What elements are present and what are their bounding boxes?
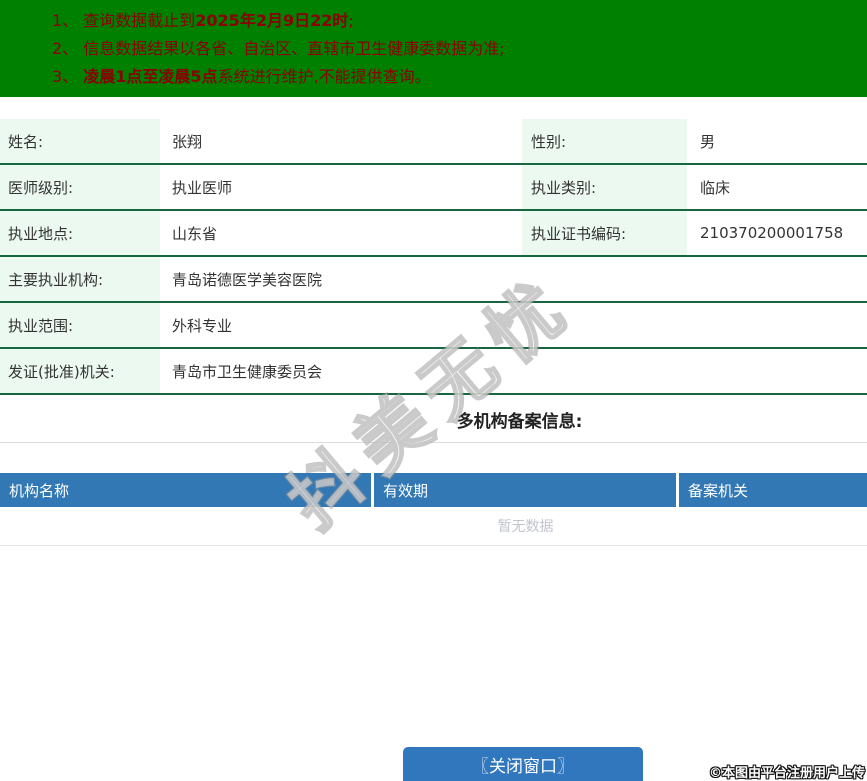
query-result-page: 1、 查询数据截止到2025年2月9日22时; 2、 信息数据结果以各省、自治区… — [0, 0, 867, 781]
table-row: 发证(批准)机关: 青岛市卫生健康委员会 — [0, 349, 867, 395]
field-value-name: 张翔 — [172, 132, 203, 151]
notice-line-3: 3、 凌晨1点至凌晨5点系统进行维护,不能提供查询。 — [52, 63, 867, 91]
close-window-button[interactable]: 〖关闭窗口〗 — [403, 747, 643, 781]
field-label-practice-location: 执业地点: — [0, 211, 160, 255]
field-label-practice-category: 执业类别: — [522, 165, 687, 209]
notice-line-1: 1、 查询数据截止到2025年2月9日22时; — [52, 7, 867, 35]
notice-bold: 2025年2月9日22时 — [195, 11, 349, 30]
field-label-doctor-level: 医师级别: — [0, 165, 160, 209]
section-title-multi-org: 多机构备案信息: — [0, 397, 867, 443]
table-row: 执业地点: 山东省 执业证书编码: 210370200001758 — [0, 211, 867, 257]
copyright-note: ©本图由平台注册用户上传 — [708, 766, 865, 781]
table-row: 主要执业机构: 青岛诺德医学美容医院 — [0, 257, 867, 303]
notice-prefix: 3、 — [52, 67, 84, 86]
col-header-institution-name: 机构名称 — [0, 473, 371, 507]
field-label-gender: 性别: — [522, 119, 687, 163]
field-value-gender: 男 — [700, 132, 716, 151]
multi-org-table-header: 机构名称 有效期 备案机关 — [0, 473, 867, 507]
notice-prefix: 2、 信息数据结果以各省、自治区、直辖市卫生健康委数据为准; — [52, 39, 505, 58]
field-value-practice-location: 山东省 — [172, 224, 218, 243]
field-value-main-institution: 青岛诺德医学美容医院 — [172, 270, 323, 289]
col-header-validity-period: 有效期 — [374, 473, 676, 507]
col-header-filing-authority: 备案机关 — [679, 473, 867, 507]
empty-data-row: 暂无数据 — [0, 507, 867, 546]
table-row: 姓名: 张翔 性别: 男 — [0, 119, 867, 165]
table-row: 执业范围: 外科专业 — [0, 303, 867, 349]
field-label-main-institution: 主要执业机构: — [0, 257, 160, 301]
field-label-license-number: 执业证书编码: — [522, 211, 687, 255]
table-row: 医师级别: 执业医师 执业类别: 临床 — [0, 165, 867, 211]
notice-banner: 1、 查询数据截止到2025年2月9日22时; 2、 信息数据结果以各省、自治区… — [0, 0, 867, 97]
field-value-practice-category: 临床 — [700, 178, 731, 197]
field-value-doctor-level: 执业医师 — [172, 178, 233, 197]
field-value-practice-scope: 外科专业 — [172, 316, 233, 335]
field-label-practice-scope: 执业范围: — [0, 303, 160, 347]
field-label-name: 姓名: — [0, 119, 160, 163]
empty-data-text: 暂无数据 — [497, 519, 554, 535]
field-value-issuing-authority: 青岛市卫生健康委员会 — [172, 362, 323, 381]
field-value-license-number: 210370200001758 — [700, 224, 844, 242]
notice-suffix: 系统进行维护,不能提供查询。 — [217, 67, 431, 86]
practitioner-info-table: 姓名: 张翔 性别: 男 医师级别: 执业医师 执业类别: 临床 执业地点: 山… — [0, 119, 867, 395]
notice-line-2: 2、 信息数据结果以各省、自治区、直辖市卫生健康委数据为准; — [52, 35, 867, 63]
notice-suffix: ; — [348, 11, 354, 30]
field-label-issuing-authority: 发证(批准)机关: — [0, 349, 160, 393]
notice-bold: 凌晨1点至凌晨5点 — [83, 67, 218, 86]
notice-prefix: 1、 查询数据截止到 — [52, 11, 196, 30]
